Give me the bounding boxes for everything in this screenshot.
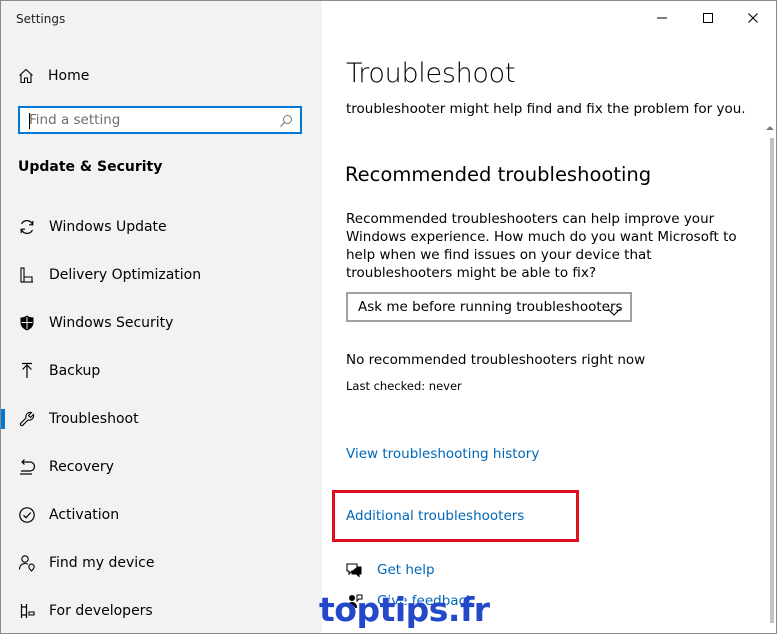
sidebar-item-for-developers[interactable]: For developers [1,587,322,633]
sync-icon [18,218,36,236]
sidebar-item-find-my-device[interactable]: Find my device [1,539,322,587]
close-icon [747,9,759,28]
home-icon [18,68,34,84]
search-box[interactable] [18,106,302,134]
chat-help-icon [345,561,363,579]
view-history-link[interactable]: View troubleshooting history [346,446,539,462]
sidebar-home-label: Home [48,68,90,84]
recovery-icon [18,458,36,476]
dropdown-selected-value: Ask me before running troubleshooters [358,299,623,315]
wrench-icon [18,410,36,428]
sidebar-item-label: Activation [49,507,120,523]
shield-icon [18,314,36,332]
sidebar-item-label: Windows Security [49,315,174,331]
maximize-button[interactable] [685,5,731,31]
settings-window: Settings Home Update & Security Windows … [0,0,777,634]
sidebar-item-delivery-optimization[interactable]: Delivery Optimization [1,251,322,299]
page-title: Troubleshoot [346,58,516,89]
sidebar-item-label: For developers [49,603,153,619]
get-help-link[interactable]: Get help [377,562,435,578]
sidebar: Settings Home Update & Security Windows … [1,1,322,633]
sidebar-home[interactable]: Home [18,65,89,87]
developer-tools-icon [18,602,36,620]
get-help-row[interactable]: Get help [345,559,435,581]
no-recommended-status: No recommended troubleshooters right now [346,352,646,368]
sidebar-item-label: Windows Update [49,219,167,235]
sidebar-item-troubleshoot[interactable]: Troubleshoot [1,395,322,443]
scroll-clip [346,94,716,100]
sidebar-item-windows-security[interactable]: Windows Security [1,299,322,347]
troubleshoot-preference-dropdown[interactable]: Ask me before running troubleshooters [346,292,632,322]
text-caret [29,113,30,129]
search-icon[interactable] [279,113,293,127]
intro-text: troubleshooter might help find and fix t… [346,101,746,117]
last-checked: Last checked: never [346,379,462,393]
watermark: toptips.fr [319,590,490,629]
upload-arrow-icon [18,362,36,380]
scroll-up-arrow-icon[interactable] [766,117,774,130]
maximize-icon [702,9,714,28]
sidebar-item-label: Find my device [49,555,155,571]
sidebar-item-label: Recovery [49,459,114,475]
recommended-heading: Recommended troubleshooting [345,163,652,186]
person-location-icon [18,554,36,572]
sidebar-item-recovery[interactable]: Recovery [1,443,322,491]
section-title: Update & Security [18,159,163,175]
minimize-icon [656,9,668,28]
sidebar-item-label: Troubleshoot [49,411,139,427]
delivery-optimization-icon [18,266,36,284]
sidebar-item-activation[interactable]: Activation [1,491,322,539]
scrollbar-thumb[interactable] [770,138,774,623]
sidebar-item-label: Delivery Optimization [49,267,202,283]
search-input[interactable] [29,110,269,130]
close-button[interactable] [730,5,776,31]
recommended-description: Recommended troubleshooters can help imp… [346,211,737,281]
sidebar-item-windows-update[interactable]: Windows Update [1,203,322,251]
check-circle-icon [18,506,36,524]
app-title: Settings [16,12,66,26]
sidebar-item-backup[interactable]: Backup [1,347,322,395]
sidebar-item-label: Backup [49,363,101,379]
highlight-annotation [332,490,579,542]
minimize-button[interactable] [639,5,685,31]
chevron-down-icon [607,302,621,316]
